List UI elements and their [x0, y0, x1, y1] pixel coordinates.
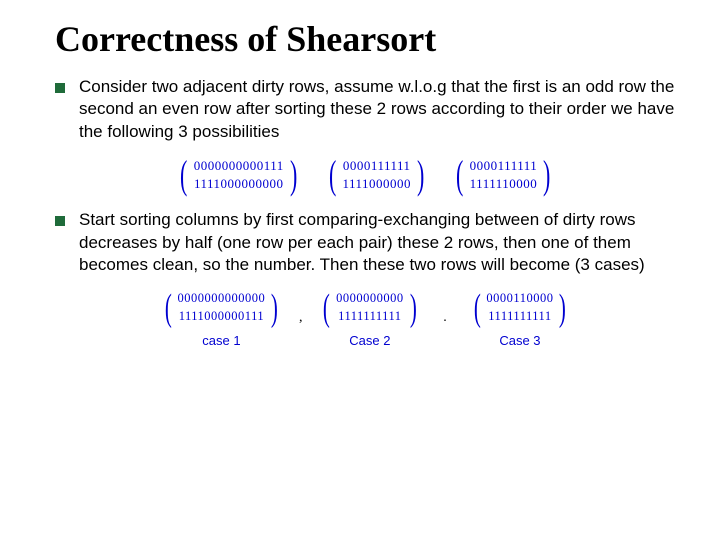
- bullet-1: Consider two adjacent dirty rows, assume…: [55, 76, 676, 143]
- matrix-1: ( 0000000000111 1111000000000 ): [177, 155, 300, 195]
- paren-right-icon: ): [559, 289, 566, 327]
- bullet-marker-icon: [55, 83, 65, 93]
- matrices-row-1: ( 0000000000111 1111000000000 ) ( 000011…: [177, 155, 553, 195]
- case-1: ( 0000000000000 1111000000111 ) case 1: [162, 289, 281, 348]
- case-3-row-1: 0000110000: [486, 292, 553, 306]
- case-2-label: Case 2: [349, 333, 390, 348]
- paren-right-icon: ): [409, 289, 416, 327]
- case-1-row-1: 0000000000000: [178, 292, 266, 306]
- matrix-3: ( 0000111111 1111110000 ): [453, 155, 553, 195]
- paren-right-icon: ): [417, 155, 424, 195]
- case-3-row-2: 1111111111: [486, 310, 553, 324]
- dot-sep: .: [443, 310, 447, 326]
- paren-left-icon: (: [180, 155, 187, 195]
- figure-2: ( 0000000000000 1111000000111 ) case 1 ,…: [55, 289, 676, 348]
- bullet-2-text: Start sorting columns by first comparing…: [79, 209, 676, 276]
- figure-1: ( 0000000000111 1111000000000 ) ( 000011…: [55, 155, 676, 195]
- bullet-1-text: Consider two adjacent dirty rows, assume…: [79, 76, 676, 143]
- paren-left-icon: (: [329, 155, 336, 195]
- cases-row: ( 0000000000000 1111000000111 ) case 1 ,…: [162, 289, 569, 348]
- bullet-2: Start sorting columns by first comparing…: [55, 209, 676, 276]
- paren-right-icon: ): [290, 155, 297, 195]
- matrix-3-row-2: 1111110000: [470, 177, 538, 191]
- matrix-3-rows: 0000111111 1111110000: [467, 155, 541, 195]
- slide-content: Correctness of Shearsort Consider two ad…: [0, 0, 720, 362]
- matrix-1-row-2: 1111000000000: [194, 177, 284, 191]
- paren-right-icon: ): [271, 289, 278, 327]
- matrix-3-row-1: 0000111111: [470, 159, 538, 173]
- case-2-row-2: 1111111111: [336, 310, 404, 324]
- case-2: ( 0000000000 1111111111 ) Case 2: [320, 289, 419, 348]
- comma-sep: ,: [299, 310, 303, 326]
- paren-left-icon: (: [456, 155, 463, 195]
- case-2-matrix: ( 0000000000 1111111111 ): [320, 289, 419, 327]
- case-1-row-2: 1111000000111: [178, 310, 266, 324]
- slide-title: Correctness of Shearsort: [55, 18, 676, 60]
- case-3-matrix: ( 0000110000 1111111111 ): [471, 289, 569, 327]
- paren-left-icon: (: [165, 289, 172, 327]
- case-2-row-1: 0000000000: [336, 292, 404, 306]
- bullet-marker-icon: [55, 216, 65, 226]
- paren-left-icon: (: [474, 289, 481, 327]
- case-3-rows: 0000110000 1111111111: [483, 289, 556, 327]
- matrix-2: ( 0000111111 1111000000 ): [326, 155, 427, 195]
- matrix-2-rows: 0000111111 1111000000: [339, 155, 414, 195]
- case-1-matrix: ( 0000000000000 1111000000111 ): [162, 289, 281, 327]
- matrix-2-row-2: 1111000000: [342, 177, 411, 191]
- matrix-1-rows: 0000000000111 1111000000000: [191, 155, 287, 195]
- case-1-rows: 0000000000000 1111000000111: [175, 289, 269, 327]
- matrix-2-row-1: 0000111111: [342, 159, 411, 173]
- case-1-label: case 1: [202, 333, 240, 348]
- case-3-label: Case 3: [499, 333, 540, 348]
- matrix-1-row-1: 0000000000111: [194, 159, 284, 173]
- paren-left-icon: (: [323, 289, 330, 327]
- case-2-rows: 0000000000 1111111111: [333, 289, 407, 327]
- paren-right-icon: ): [543, 155, 550, 195]
- case-3: ( 0000110000 1111111111 ) Case 3: [471, 289, 569, 348]
